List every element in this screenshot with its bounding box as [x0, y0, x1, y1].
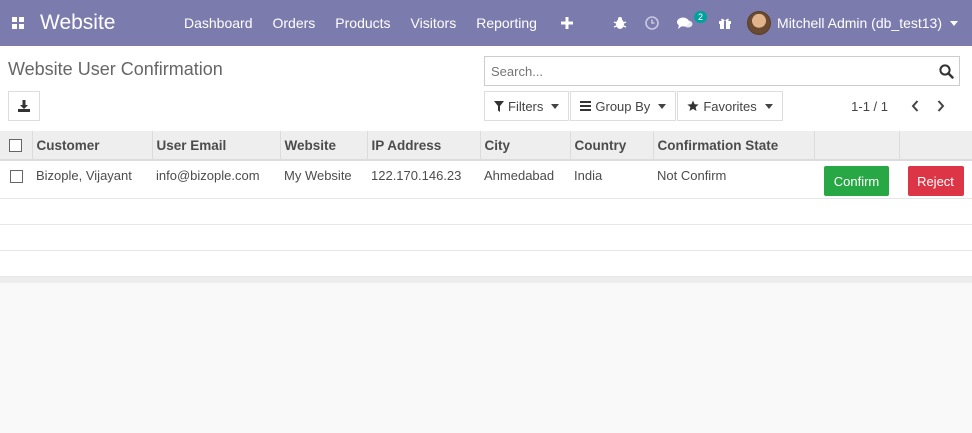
favorites-label: Favorites: [703, 98, 757, 114]
main-menu: Dashboard Orders Products Visitors Repor…: [174, 0, 587, 46]
chevron-down-icon: [950, 20, 958, 26]
filter-icon: [494, 100, 504, 112]
column-confirm-action: [814, 131, 900, 161]
row-checkbox[interactable]: [9, 170, 23, 184]
control-panel: Website User Confirmation Filters Group …: [0, 46, 972, 131]
pager: 1-1 / 1: [851, 91, 954, 121]
menu-orders[interactable]: Orders: [263, 0, 326, 46]
download-button[interactable]: [8, 91, 40, 121]
cell-website: My Website: [280, 160, 367, 199]
row-select-cell: [0, 160, 32, 199]
chevron-down-icon: [658, 103, 667, 109]
column-city[interactable]: City: [480, 131, 571, 161]
column-country[interactable]: Country: [570, 131, 654, 161]
table-header: Customer User Email Website IP Address C…: [0, 131, 972, 161]
chevron-down-icon: [764, 103, 773, 109]
messages-badge: 2: [694, 11, 708, 23]
download-icon: [18, 100, 30, 112]
user-name: Mitchell Admin (db_test13): [777, 15, 942, 31]
user-menu[interactable]: Mitchell Admin (db_test13): [741, 0, 972, 46]
favorites-button[interactable]: Favorites: [677, 91, 783, 121]
cell-city: Ahmedabad: [480, 160, 570, 199]
confirm-button[interactable]: Confirm: [824, 166, 889, 196]
cell-confirmation-state: Not Confirm: [653, 160, 814, 199]
top-navbar: Website Dashboard Orders Products Visito…: [0, 0, 972, 46]
menu-reporting[interactable]: Reporting: [466, 0, 547, 46]
apps-menu-icon[interactable]: [0, 0, 36, 46]
search-options: Filters Group By Favorites: [484, 91, 784, 121]
group-by-button[interactable]: Group By: [570, 91, 677, 121]
table-row[interactable]: Bizople, Vijayant info@bizople.com My We…: [0, 160, 972, 199]
plus-icon[interactable]: [547, 0, 587, 46]
column-customer[interactable]: Customer: [32, 131, 153, 161]
select-all-cell: [0, 131, 33, 161]
chevron-left-icon[interactable]: [902, 100, 928, 112]
bug-icon[interactable]: [604, 0, 636, 46]
search-input[interactable]: [485, 57, 933, 85]
cell-country: India: [570, 160, 653, 199]
filters-button[interactable]: Filters: [484, 91, 570, 121]
cell-ip-address: 122.170.146.23: [367, 160, 480, 199]
menu-products[interactable]: Products: [325, 0, 400, 46]
messages-icon[interactable]: 2: [668, 0, 709, 46]
records-table: Customer User Email Website IP Address C…: [0, 131, 972, 277]
chevron-right-icon[interactable]: [928, 100, 954, 112]
column-reject-action: [899, 131, 972, 161]
empty-row: [0, 198, 972, 225]
select-all-checkbox[interactable]: [9, 139, 23, 153]
systray: 2 Mitchell Admin (db_test13): [604, 0, 972, 46]
search-box: [484, 56, 960, 86]
column-website[interactable]: Website: [280, 131, 368, 161]
menu-dashboard[interactable]: Dashboard: [174, 0, 263, 46]
avatar: [747, 11, 772, 35]
cell-confirm: Confirm: [814, 160, 899, 199]
cell-reject: Reject: [899, 160, 972, 199]
cell-user-email: info@bizople.com: [152, 160, 280, 199]
column-ip-address[interactable]: IP Address: [367, 131, 481, 161]
bars-icon: [580, 101, 592, 111]
group-by-label: Group By: [595, 98, 651, 114]
column-user-email[interactable]: User Email: [152, 131, 281, 161]
column-confirmation-state[interactable]: Confirmation State: [653, 131, 815, 161]
page-title: Website User Confirmation: [8, 59, 223, 79]
list-view: Customer User Email Website IP Address C…: [0, 131, 972, 283]
filters-label: Filters: [508, 98, 544, 114]
pager-value[interactable]: 1-1 / 1: [851, 99, 888, 114]
empty-row: [0, 224, 972, 251]
empty-row: [0, 250, 972, 277]
chevron-down-icon: [551, 103, 560, 109]
gift-icon[interactable]: [709, 0, 741, 46]
app-brand[interactable]: Website: [40, 11, 174, 35]
clock-icon[interactable]: [636, 0, 668, 46]
cell-customer: Bizople, Vijayant: [32, 160, 152, 199]
menu-visitors[interactable]: Visitors: [401, 0, 467, 46]
reject-button[interactable]: Reject: [907, 166, 964, 196]
star-icon: [687, 100, 699, 111]
search-icon[interactable]: [933, 63, 959, 79]
